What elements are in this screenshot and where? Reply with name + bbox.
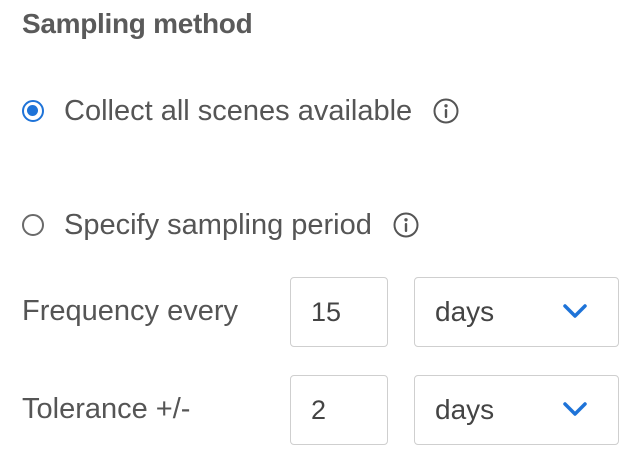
section-title: Sampling method [22,8,253,39]
chevron-down-icon [563,402,587,416]
option-specify-period[interactable]: Specify sampling period [22,205,420,245]
collect-all-label: Collect all scenes available [64,94,413,127]
frequency-label: Frequency every [22,295,238,327]
tolerance-label: Tolerance +/- [22,393,191,425]
info-icon[interactable] [392,211,420,239]
frequency-row: Frequency every days [22,277,622,349]
info-icon[interactable] [432,97,460,125]
frequency-input[interactable] [290,277,388,347]
chevron-down-icon [563,304,587,318]
tolerance-row: Tolerance +/- days [22,375,622,447]
frequency-unit-value: days [435,296,495,327]
frequency-unit-select[interactable]: days [414,277,619,347]
specify-period-label: Specify sampling period [64,208,372,241]
tolerance-unit-select[interactable]: days [414,375,619,445]
option-collect-all[interactable]: Collect all scenes available [22,91,460,131]
specify-period-radio[interactable] [22,214,44,236]
tolerance-unit-value: days [435,394,495,425]
tolerance-input[interactable] [290,375,388,445]
collect-all-radio[interactable] [22,100,44,122]
